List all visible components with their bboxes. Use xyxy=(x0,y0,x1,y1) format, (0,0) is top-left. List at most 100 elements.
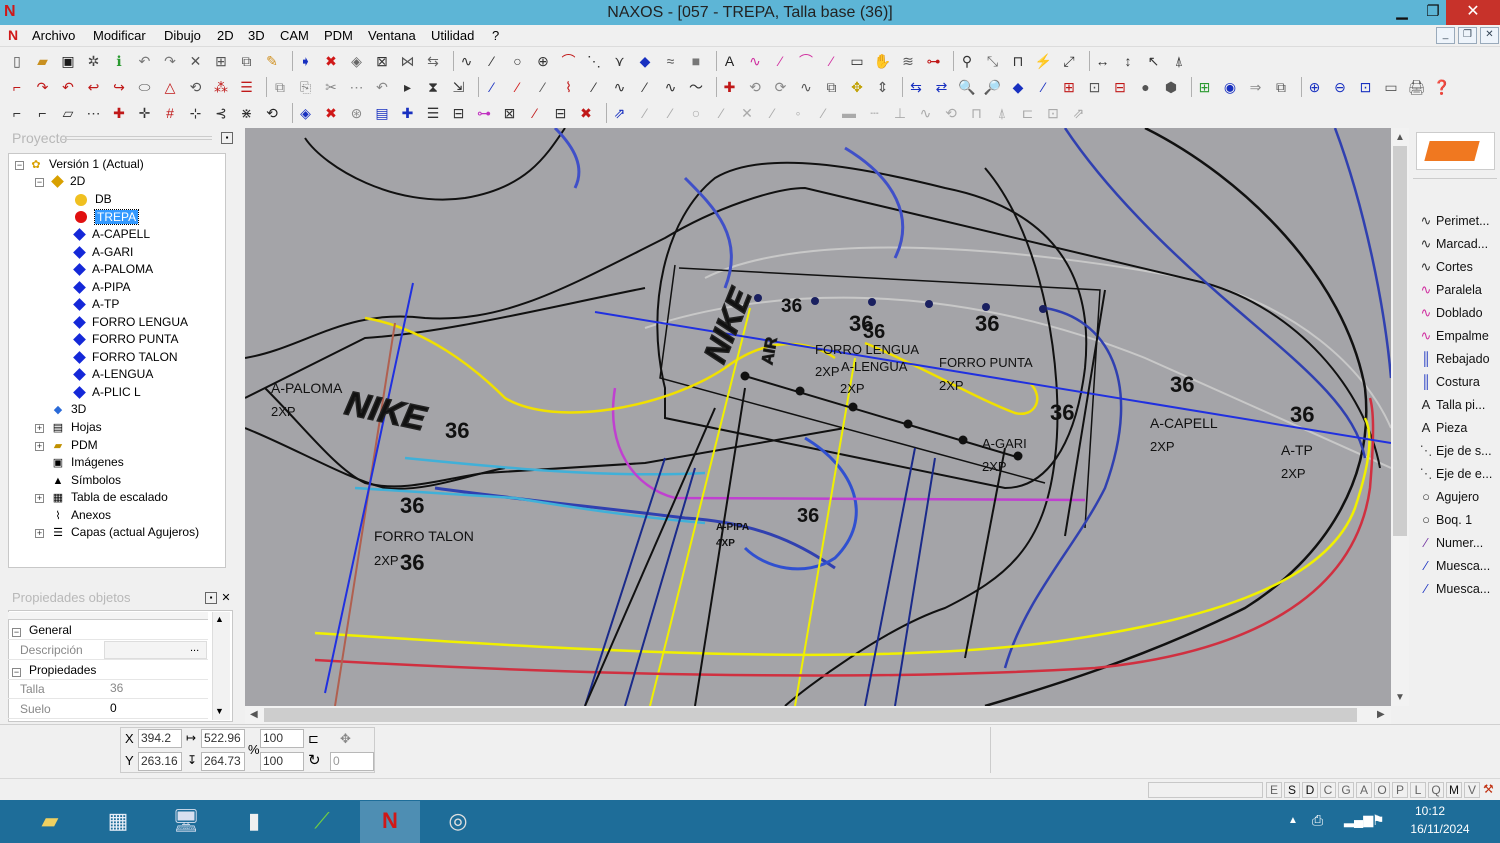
tool-cortes[interactable]: ∿ Cortes xyxy=(1416,256,1473,277)
tree-expand-toggle[interactable]: + xyxy=(35,442,44,451)
menu-cam[interactable]: CAM xyxy=(275,27,314,45)
scroll-down-icon[interactable]: ▼ xyxy=(215,706,224,716)
panel-close-icon[interactable]: ✕ xyxy=(220,592,232,604)
menu-pdm[interactable]: PDM xyxy=(319,27,358,45)
rotate3-icon[interactable]: ⟳ xyxy=(772,78,790,96)
menu-archivo[interactable]: Archivo xyxy=(27,27,80,45)
y-coordinate-field[interactable]: 263.16 xyxy=(138,752,182,771)
g17-icon[interactable]: ⊡ xyxy=(1044,104,1062,122)
tree-layer-forro-lengua[interactable]: FORRO LENGUA xyxy=(73,314,188,331)
nodes-icon[interactable]: ◈ xyxy=(297,104,315,122)
status-flag-s[interactable]: S xyxy=(1284,782,1300,798)
bend2-icon[interactable]: ↶ xyxy=(59,78,77,96)
scale-icon[interactable]: ⤡ xyxy=(984,52,1002,70)
zoom2-icon[interactable]: 🔎 xyxy=(984,78,1002,96)
curve-icon[interactable]: ∿ xyxy=(458,52,476,70)
rotate-icon[interactable]: ↻ xyxy=(308,751,321,770)
box3-icon[interactable]: ⊠ xyxy=(501,104,519,122)
fork-icon[interactable]: ⋎ xyxy=(611,52,629,70)
desc-ellipsis-button[interactable]: ... xyxy=(190,642,199,654)
g3-icon[interactable]: ○ xyxy=(687,104,705,122)
slash-icon[interactable]: ⁄ xyxy=(526,104,544,122)
tool-perimet[interactable]: ∿ Perimet... xyxy=(1416,210,1490,231)
list-icon[interactable]: ▤ xyxy=(373,104,391,122)
scroll-right-icon[interactable]: ▶ xyxy=(1377,709,1385,720)
arrow-icon[interactable]: ➧ xyxy=(297,52,315,70)
bolt-icon[interactable]: ⚡ xyxy=(1035,52,1053,70)
corner2-icon[interactable]: ⌐ xyxy=(8,104,26,122)
delete-icon[interactable]: ✕ xyxy=(187,52,205,70)
refresh-icon[interactable]: ⟲ xyxy=(263,104,281,122)
tool-muesca[interactable]: ⁄ Muesca... xyxy=(1416,578,1490,599)
arc-icon[interactable]: ⌒ xyxy=(560,52,578,70)
layers-icon[interactable]: ⧉ xyxy=(238,52,256,70)
rotate2-icon[interactable]: ⟲ xyxy=(746,78,764,96)
link-icon[interactable]: ⊶ xyxy=(925,52,943,70)
section-propiedades[interactable]: − Propiedades xyxy=(8,661,208,680)
tree-layer-db[interactable]: DB xyxy=(73,191,112,208)
tool-talla-pi[interactable]: A Talla pi... xyxy=(1416,394,1486,415)
menu-dibujo[interactable]: Dibujo xyxy=(159,27,206,45)
clock-time[interactable]: 10:12 xyxy=(1400,804,1460,818)
flag-icon[interactable]: ⚑ xyxy=(1372,812,1385,829)
computer-icon[interactable]: 🖥 xyxy=(156,801,216,843)
lines-icon[interactable]: ☰ xyxy=(238,78,256,96)
diagonal-icon[interactable]: ⋱ xyxy=(585,52,603,70)
tool-costura[interactable]: ║ Costura xyxy=(1416,371,1479,392)
g11-icon[interactable]: ⊥ xyxy=(891,104,909,122)
document-icon[interactable]: N xyxy=(8,27,18,43)
tree-layer-trepa[interactable]: TREPA xyxy=(73,208,140,226)
align-icon[interactable]: ⊏ xyxy=(308,729,319,748)
triangle-icon[interactable]: △ xyxy=(161,78,179,96)
menu-utilidad[interactable]: Utilidad xyxy=(426,27,479,45)
wave2-icon[interactable]: ∿ xyxy=(611,78,629,96)
naxos-taskbar-icon[interactable]: N xyxy=(360,801,420,843)
cross4-icon[interactable]: ✖ xyxy=(322,104,340,122)
open-icon[interactable]: ▰ xyxy=(34,52,52,70)
line5-icon[interactable]: ⁄ xyxy=(585,78,603,96)
bridge-icon[interactable]: ⋈ xyxy=(399,52,417,70)
x-coordinate-field[interactable]: 394.2 xyxy=(138,729,182,748)
tool-pieza[interactable]: A Pieza xyxy=(1416,417,1468,438)
tree-layer-a-plic-l[interactable]: A-PLIC L xyxy=(73,384,141,401)
mdi-restore-button[interactable]: ❐ xyxy=(1458,27,1477,44)
status-flag-m[interactable]: M xyxy=(1446,782,1462,798)
cross3-icon[interactable]: ✛ xyxy=(136,104,154,122)
diamond2-icon[interactable]: ◆ xyxy=(1009,78,1027,96)
status-flag-c[interactable]: C xyxy=(1320,782,1336,798)
app-launcher-icon[interactable]: ▮ xyxy=(224,801,284,843)
wave-icon[interactable]: ≈ xyxy=(662,52,680,70)
drawing-canvas[interactable]: NIKE NIKE AIR A-PALOMA 2XP 36 36 FORRO T… xyxy=(245,128,1391,706)
redo-icon[interactable]: ↷ xyxy=(161,52,179,70)
cross-icon[interactable]: ✚ xyxy=(721,78,739,96)
g15-icon[interactable]: ⍋ xyxy=(993,104,1011,122)
grid3-icon[interactable]: ⊞ xyxy=(1196,78,1214,96)
g5-icon[interactable]: ✕ xyxy=(738,104,756,122)
star-icon[interactable]: ⊛ xyxy=(348,104,366,122)
corner-icon[interactable]: ↖ xyxy=(1145,52,1163,70)
dot-icon[interactable]: ● xyxy=(1137,78,1155,96)
panel-dock-button[interactable]: ▪ xyxy=(221,132,233,144)
menu-modificar[interactable]: Modificar xyxy=(88,27,151,45)
zigzag-icon[interactable]: ⌇ xyxy=(560,78,578,96)
corner3-icon[interactable]: ⌐ xyxy=(34,104,52,122)
link2-icon[interactable]: ⊶ xyxy=(475,104,493,122)
panel-grip[interactable] xyxy=(62,136,212,140)
tool-boq-1[interactable]: ○ Boq. 1 xyxy=(1416,509,1472,530)
tool-muesca[interactable]: ⁄ Muesca... xyxy=(1416,555,1490,576)
g2-icon[interactable]: ⁄ xyxy=(662,104,680,122)
panel-dock-button[interactable]: ▪ xyxy=(205,592,217,604)
rect-icon[interactable]: ▭ xyxy=(848,52,866,70)
globe-icon[interactable]: ◉ xyxy=(1221,78,1239,96)
target-icon[interactable]: ⊹ xyxy=(187,104,205,122)
g14-icon[interactable]: ⊓ xyxy=(968,104,986,122)
pen-icon[interactable]: ⁄ xyxy=(772,52,790,70)
hex-icon[interactable]: ⬢ xyxy=(1162,78,1180,96)
section-collapse-toggle[interactable]: − xyxy=(12,668,21,677)
text-icon[interactable]: A xyxy=(721,52,739,70)
para-icon[interactable]: ▱ xyxy=(59,104,77,122)
status-settings-icon[interactable]: ⚒ xyxy=(1483,782,1497,798)
save-icon[interactable]: ▣ xyxy=(59,52,77,70)
diagonal2-icon[interactable]: ⤢ xyxy=(1060,52,1078,70)
bend-icon[interactable]: ↷ xyxy=(34,78,52,96)
